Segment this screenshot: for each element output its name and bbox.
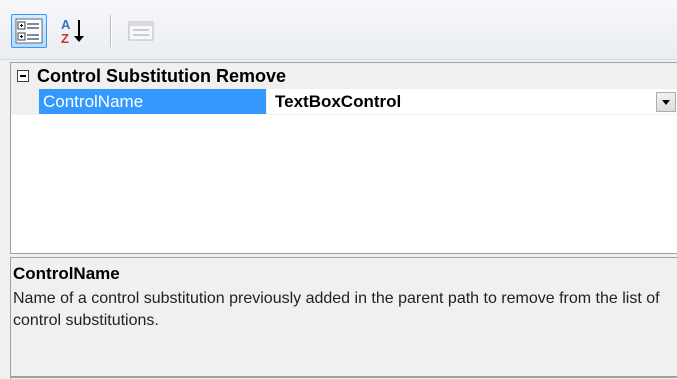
property-grid-toolbar: A Z: [0, 0, 677, 60]
property-value[interactable]: TextBoxControl: [275, 89, 401, 114]
description-bottom-border: [11, 376, 677, 378]
alphabetical-sort-icon: A Z: [61, 17, 84, 46]
svg-text:Z: Z: [61, 31, 69, 46]
categorized-button[interactable]: [11, 14, 47, 48]
dropdown-arrow-icon[interactable]: [656, 92, 676, 112]
description-pane: ControlName Name of a control substituti…: [10, 257, 677, 379]
description-title: ControlName: [13, 264, 120, 283]
category-label: Control Substitution Remove: [37, 66, 286, 86]
property-pages-button[interactable]: [124, 14, 160, 48]
property-row-margin: [11, 89, 39, 115]
category-row: Control Substitution Remove: [11, 63, 677, 89]
property-pages-icon: [128, 21, 154, 41]
property-name[interactable]: ControlName: [39, 89, 266, 114]
toolbar-separator: [110, 15, 112, 47]
property-value-cell[interactable]: TextBoxControl: [266, 89, 677, 115]
property-grid-window: A Z Control Substitution Remove ControlN…: [0, 0, 677, 379]
categorized-view-icon: [15, 18, 43, 44]
alphabetical-button[interactable]: A Z: [58, 14, 94, 48]
property-row-controlname[interactable]: ControlName TextBoxControl: [11, 89, 677, 115]
collapse-icon[interactable]: [17, 70, 29, 82]
property-grid: Control Substitution Remove ControlName …: [10, 62, 677, 254]
description-text: Name of a control substitution previousl…: [13, 290, 660, 329]
svg-text:A: A: [61, 17, 71, 32]
